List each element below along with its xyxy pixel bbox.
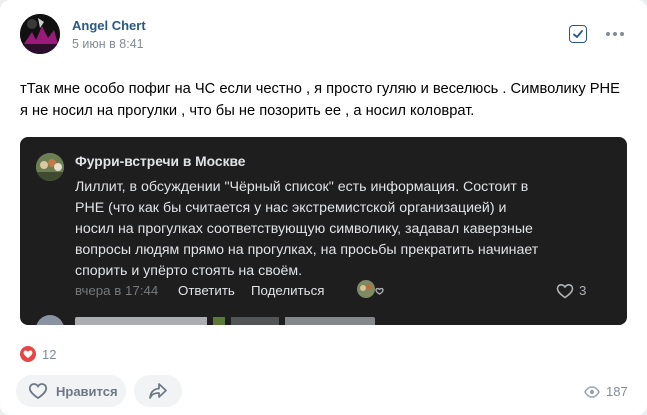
author-name[interactable]: Angel Chert bbox=[72, 18, 146, 33]
post-card: Angel Chert 5 июн в 8:41 тТак мне особо … bbox=[0, 0, 647, 415]
comment-share-link: Поделиться bbox=[251, 283, 325, 298]
views-counter: 187 bbox=[584, 384, 628, 399]
author-avatar[interactable] bbox=[20, 14, 60, 54]
group-avatar bbox=[36, 153, 64, 181]
like-button-label: Нравится bbox=[56, 383, 118, 399]
comment-time: вчера в 17:44 bbox=[75, 283, 159, 298]
post-text: тТак мне особо пофиг на ЧС если честно ,… bbox=[20, 81, 620, 119]
check-button[interactable] bbox=[569, 25, 587, 43]
next-comment-author bbox=[75, 317, 375, 325]
heart-icon bbox=[20, 346, 36, 362]
share-button[interactable] bbox=[134, 375, 182, 407]
reactions-count: 12 bbox=[42, 346, 57, 362]
eye-icon bbox=[584, 385, 600, 398]
comment-reply-link: Ответить bbox=[178, 283, 235, 298]
reaction-icon bbox=[375, 287, 384, 295]
more-button[interactable] bbox=[603, 24, 627, 44]
group-name: Фурри-встречи в Москве bbox=[75, 154, 246, 169]
attached-screenshot[interactable]: Фурри-встречи в Москве Лиллит, в обсужде… bbox=[20, 137, 627, 325]
post-date[interactable]: 5 июн в 8:41 bbox=[72, 37, 144, 51]
reactions-summary[interactable]: 12 bbox=[20, 346, 56, 362]
heart-icon bbox=[556, 283, 574, 299]
reaction-avatar bbox=[356, 279, 386, 301]
more-icon bbox=[606, 32, 624, 36]
comment-like-count: 3 bbox=[579, 283, 587, 298]
heart-icon bbox=[28, 383, 48, 400]
share-icon bbox=[149, 383, 167, 399]
like-button[interactable]: Нравится bbox=[16, 375, 126, 407]
next-comment-avatar bbox=[36, 315, 64, 325]
comment-text: Лиллит, в обсуждении "Чёрный список" ест… bbox=[75, 179, 539, 279]
check-icon bbox=[573, 30, 583, 38]
next-comment-preview bbox=[36, 315, 396, 325]
views-count: 187 bbox=[606, 384, 628, 399]
